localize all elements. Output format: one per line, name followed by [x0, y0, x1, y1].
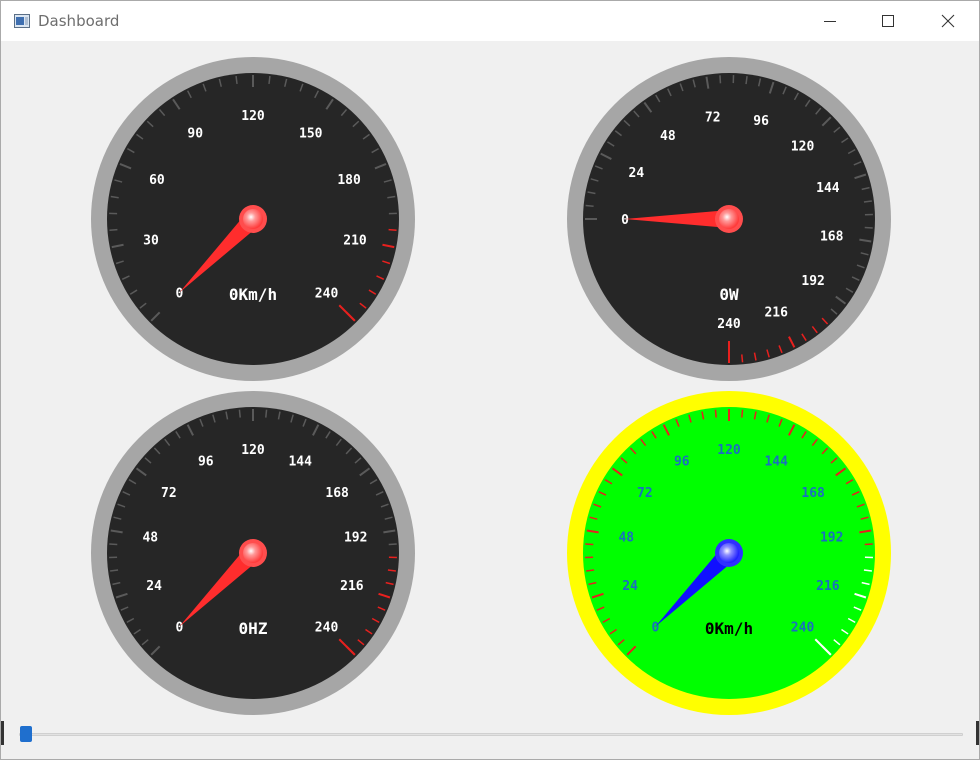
minor-tick — [714, 409, 717, 418]
minor-tick — [863, 200, 872, 203]
tick-label: 150 — [299, 127, 323, 142]
gauge-panel: 03060901201501802102400Km/h0244872 961201… — [91, 57, 891, 715]
value-readout: 0Km/h — [705, 619, 753, 638]
tick-label: 216 — [816, 579, 840, 594]
tick-label: 240 — [717, 317, 741, 332]
client-area: 0 30 60 90 120 150 180 210 240 0Km/h 0 24 48 72 96 120 1… — [1, 41, 979, 759]
gauge-3: 0 24 48 72 96 120 144 168 192 216 240 0HZ — [91, 391, 415, 715]
tick-label: 120 — [717, 443, 741, 458]
tick-label: 240 — [315, 621, 339, 636]
tick-label: 192 — [344, 531, 367, 546]
minor-tick — [109, 543, 118, 546]
edge-marker — [1, 721, 4, 745]
minor-tick — [741, 354, 744, 363]
tick-label: 96 — [198, 454, 214, 469]
tick-label: 72 — [637, 486, 653, 501]
tick-label: 24 — [146, 579, 162, 594]
tick-label: 72 — [705, 110, 721, 125]
value-readout: 0W — [719, 285, 739, 304]
tick-label: 30 — [143, 233, 159, 248]
tick-label: 168 — [801, 486, 825, 501]
tick-label: 120 — [791, 139, 815, 154]
tick-label: 48 — [142, 531, 158, 546]
tick-label: 96 — [674, 454, 690, 469]
maximize-button[interactable] — [859, 1, 917, 41]
minor-tick — [110, 569, 119, 572]
minimize-icon — [824, 21, 836, 22]
tick-label: 120 — [241, 109, 265, 124]
tick-label: 144 — [764, 454, 788, 469]
tick-label: 48 — [660, 129, 676, 144]
tick-label: 60 — [149, 173, 165, 188]
minor-tick — [719, 75, 722, 84]
value-readout: 0Km/h — [229, 285, 277, 304]
close-button[interactable] — [919, 1, 977, 41]
minor-tick — [586, 569, 595, 572]
minor-tick — [864, 543, 873, 546]
tick-label: 210 — [343, 233, 367, 248]
tick-label: 0 — [621, 213, 629, 228]
needle-hub-highlight — [243, 209, 263, 229]
minor-tick — [388, 543, 397, 546]
tick-label: 90 — [187, 127, 203, 142]
minor-tick — [109, 228, 118, 232]
tick-label: 120 — [241, 443, 265, 458]
gauge-4: 0 24 48 72 96 120 144 168 192 216 240 0Km/h — [567, 391, 891, 715]
slider-track[interactable] — [19, 733, 963, 736]
minor-tick — [387, 569, 396, 572]
close-icon — [941, 14, 955, 28]
window-title: Dashboard — [38, 12, 120, 30]
minor-tick — [745, 76, 748, 85]
tick-label: 192 — [801, 274, 824, 289]
minor-tick — [864, 226, 873, 229]
tick-label: 216 — [340, 579, 364, 594]
minor-tick — [741, 409, 744, 418]
tick-label: 168 — [325, 486, 349, 501]
minor-tick — [235, 75, 238, 85]
tick-label: 24 — [629, 166, 645, 181]
slider-handle[interactable] — [20, 726, 32, 742]
minor-tick — [265, 409, 268, 418]
tick-label: 240 — [315, 287, 339, 302]
tick-label: 0 — [176, 621, 184, 636]
minor-tick — [238, 409, 241, 418]
tick-label: 72 — [161, 486, 177, 501]
tick-label: 144 — [816, 181, 840, 196]
value-readout: 0HZ — [239, 619, 268, 638]
dashboard-window: Dashboard 0 30 60 90 120 150 180 210 240… — [0, 0, 980, 760]
minor-tick — [585, 543, 594, 546]
minor-tick — [585, 204, 594, 207]
app-icon — [14, 14, 30, 28]
tick-label: 0 — [652, 621, 660, 636]
gauge-1: 0 30 60 90 120 150 180 210 240 0Km/h — [91, 57, 415, 381]
title-bar[interactable]: Dashboard — [1, 1, 979, 41]
tick-label: 216 — [764, 306, 788, 321]
tick-label: 240 — [791, 621, 815, 636]
needle-hub-highlight — [719, 209, 739, 229]
minor-tick — [863, 569, 872, 572]
edge-marker — [976, 721, 979, 745]
gauge-2: 0 24 48 72 96 120 144 168 192 216 240 0W — [567, 57, 891, 381]
tick-label: 48 — [618, 531, 634, 546]
maximize-icon — [882, 15, 894, 27]
tick-label: 168 — [820, 229, 844, 244]
tick-label: 180 — [337, 173, 361, 188]
tick-label: 96 — [753, 114, 769, 129]
tick-label: 0 — [176, 287, 184, 302]
needle-hub-highlight — [719, 543, 739, 563]
minimize-button[interactable] — [801, 1, 859, 41]
needle-hub-highlight — [243, 543, 263, 563]
tick-label: 24 — [622, 579, 638, 594]
minor-tick — [268, 75, 271, 85]
tick-label: 192 — [820, 531, 843, 546]
minor-tick — [388, 228, 397, 232]
tick-label: 144 — [288, 454, 312, 469]
value-slider[interactable] — [19, 725, 963, 743]
